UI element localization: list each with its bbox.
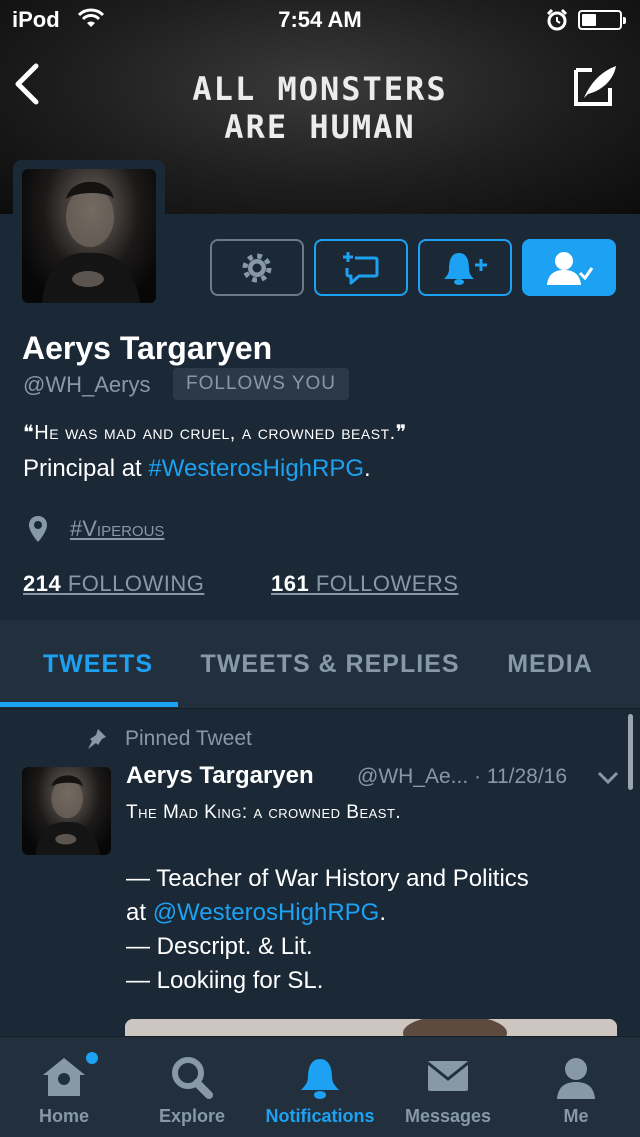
tweet-author-name[interactable]: Aerys Targaryen [126, 762, 314, 790]
bell-icon [301, 1059, 339, 1099]
pinned-tweet-label: Pinned Tweet [125, 727, 252, 750]
profile-handle: @WH_Aerys [23, 372, 151, 397]
battery-icon [578, 10, 626, 30]
bio-hashtag-link[interactable]: #WesterosHighRPG [148, 455, 364, 482]
banner-text: ALL MONSTERS ARE HUMAN [192, 70, 448, 146]
tweet-handle-and-date: @WH_Ae... · 11/28/16 [357, 765, 568, 788]
active-tab-indicator [0, 702, 178, 707]
location-link[interactable]: #Viperous [70, 516, 164, 542]
direct-message-button[interactable] [314, 239, 408, 296]
tweet-avatar-portrait [35, 775, 100, 855]
avatar-portrait [42, 181, 140, 303]
tweet-author-avatar[interactable] [22, 767, 111, 855]
follows-you-badge: FOLLOWS YOU [173, 368, 350, 400]
bio-text: Principal at #WesterosHighRPG. [23, 455, 371, 482]
tweet-mention-link[interactable]: @WesterosHighRPG [153, 899, 380, 926]
chevron-down-icon[interactable] [596, 770, 620, 786]
message-plus-icon [343, 251, 379, 284]
settings-button[interactable] [210, 239, 304, 296]
gear-icon [242, 253, 272, 282]
compose-tweet-button[interactable] [570, 60, 622, 112]
bio-quote: ❝He was mad and cruel, a crowned beast.❞ [23, 422, 407, 444]
bottom-tab-bar: Home Explore Notifications Messages Me [0, 1036, 640, 1137]
notifications-toggle-button[interactable] [418, 239, 512, 296]
alarm-icon [546, 9, 568, 31]
followers-count-link[interactable]: 161 FOLLOWERS [271, 571, 458, 597]
status-bar: iPod 7:54 AM [0, 0, 640, 40]
tweet-headline: The Mad King: a crowned Beast. [126, 802, 402, 823]
bell-plus-icon [444, 252, 487, 285]
person-icon [557, 1058, 595, 1099]
profile-name: Aerys Targaryen [22, 330, 273, 366]
tab-tweets[interactable]: TWEETS [18, 620, 178, 708]
tab-media[interactable]: MEDIA [494, 620, 606, 708]
profile-location: #Viperous [28, 513, 164, 545]
following-check-icon [547, 251, 594, 285]
clock: 7:54 AM [278, 7, 362, 32]
tab-home[interactable]: Home [0, 1037, 128, 1137]
unread-dot [86, 1052, 98, 1064]
home-icon [43, 1058, 85, 1096]
tab-explore[interactable]: Explore [128, 1037, 256, 1137]
tab-me[interactable]: Me [512, 1037, 640, 1137]
tab-tweets-and-replies[interactable]: TWEETS & REPLIES [196, 620, 464, 708]
tweet-body: — Teacher of War History and Politics at… [126, 865, 529, 994]
envelope-icon [427, 1061, 469, 1091]
following-count-link[interactable]: 214 FOLLOWING [23, 571, 204, 597]
avatar[interactable] [22, 169, 156, 303]
tab-messages[interactable]: Messages [384, 1037, 512, 1137]
profile-avatar-frame [13, 160, 165, 312]
following-button[interactable] [522, 239, 616, 296]
profile-tabs: TWEETS TWEETS & REPLIES MEDIA [0, 620, 640, 709]
location-pin-icon [29, 516, 47, 542]
search-icon [172, 1057, 213, 1099]
scrollbar[interactable] [628, 714, 633, 790]
pin-icon [88, 729, 106, 749]
tab-notifications[interactable]: Notifications [256, 1037, 384, 1137]
back-button[interactable] [10, 62, 46, 106]
